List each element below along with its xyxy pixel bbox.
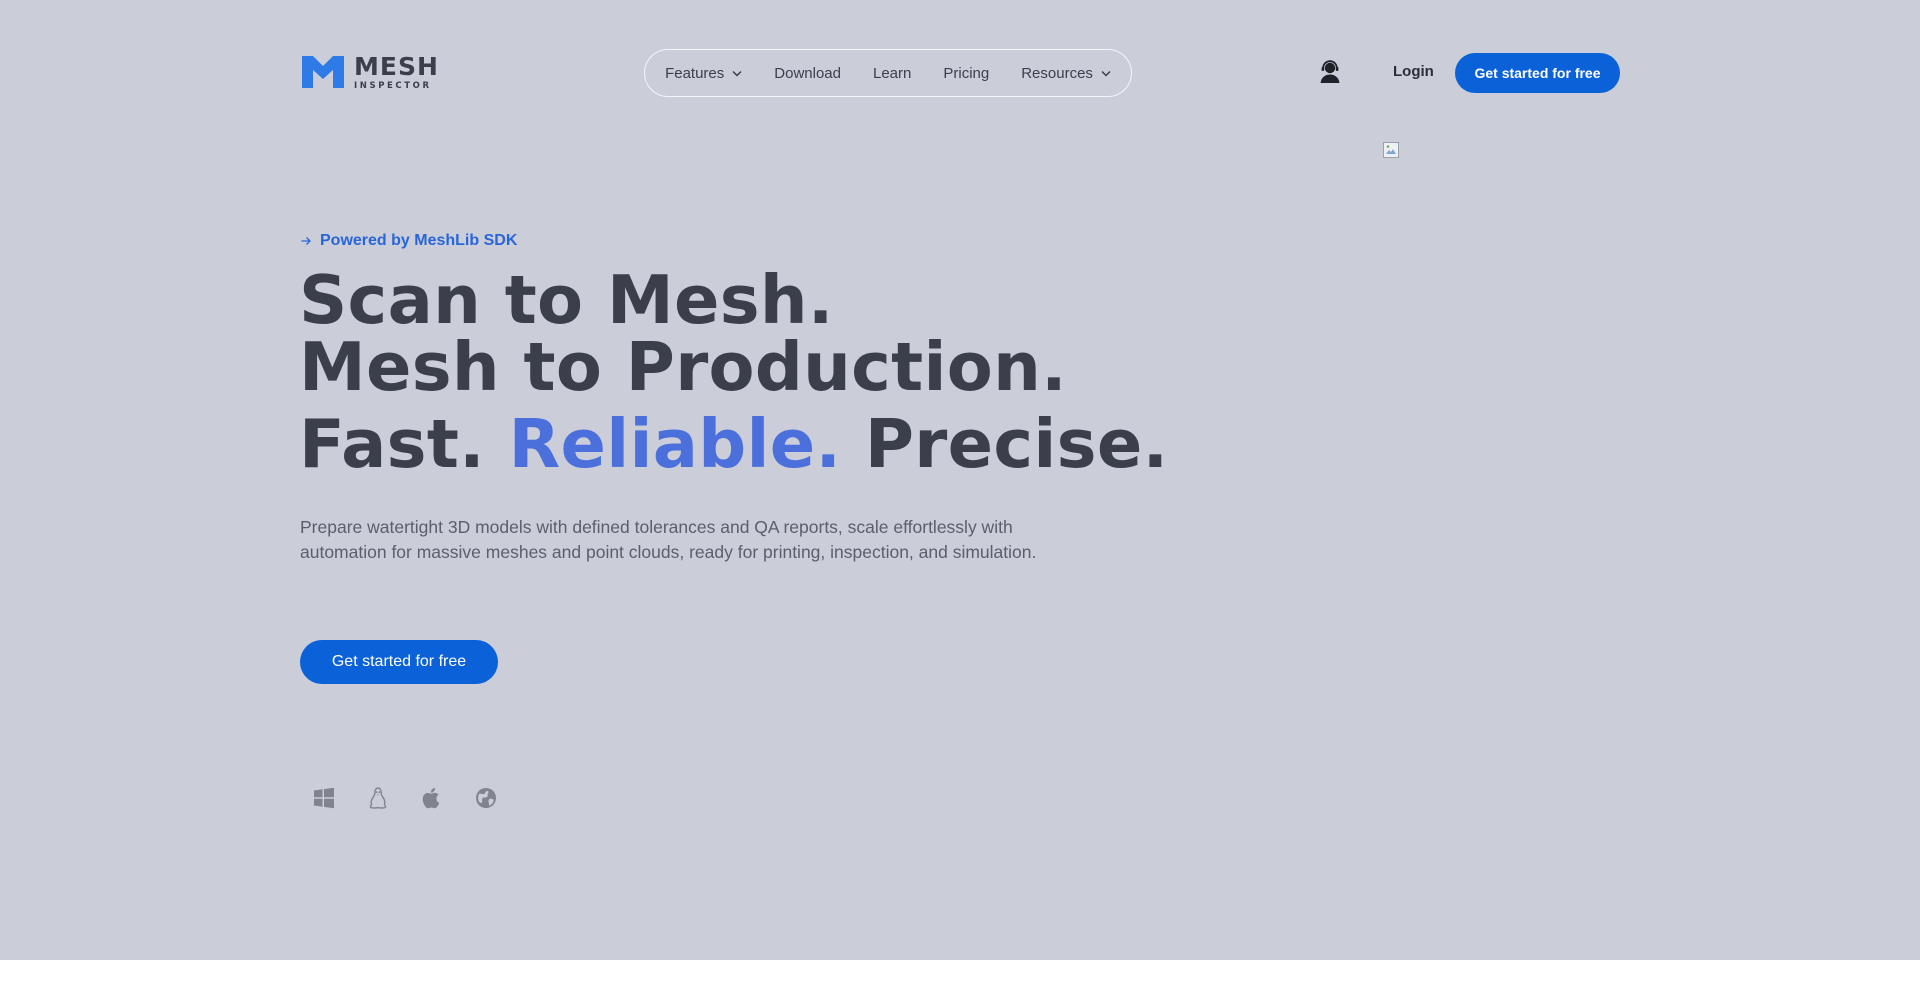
brand-logo[interactable]: MESH INSPECTOR (300, 54, 439, 91)
headline-precise: Precise. (864, 405, 1169, 483)
powered-by-label: Powered by MeshLib SDK (320, 232, 518, 249)
hero-section: MESH INSPECTOR Features Download Learn P… (0, 0, 1920, 960)
arrow-right-icon (301, 237, 311, 245)
nav-item-learn[interactable]: Learn (873, 65, 911, 82)
powered-by-link[interactable]: Powered by MeshLib SDK (300, 232, 517, 250)
nav-item-label: Download (774, 64, 841, 82)
nav-item-label: Learn (872, 64, 912, 82)
login-link[interactable]: Login (1393, 63, 1434, 80)
nav-item-label: Pricing (943, 64, 990, 82)
windows-icon[interactable] (312, 786, 336, 810)
headline-line-2: Mesh to Production. (299, 328, 1067, 406)
hero-get-started-button[interactable]: Get started for free (300, 640, 498, 684)
hero-description: Prepare watertight 3D models with define… (300, 517, 1037, 562)
web-icon[interactable] (474, 786, 498, 810)
nav-item-label: Resources (1021, 64, 1093, 82)
brand-name: MESH (354, 52, 439, 81)
chevron-down-icon (1101, 70, 1111, 77)
brand-subtitle: INSPECTOR (354, 81, 432, 91)
apple-icon[interactable] (420, 786, 444, 810)
header-get-started-button[interactable]: Get started for free (1455, 53, 1620, 93)
main-nav: Features Download Learn Pricing Resource… (644, 49, 1132, 97)
mesh-logo-icon (302, 56, 344, 89)
headline-reliable: Reliable. (508, 405, 842, 483)
nav-item-pricing[interactable]: Pricing (943, 65, 989, 82)
hero-headline: Scan to Mesh. Mesh to Production. Fast. … (299, 262, 1168, 492)
chevron-down-icon (732, 70, 742, 77)
headline-line-3: Fast. Reliable. Precise. (299, 396, 1168, 492)
nav-item-download[interactable]: Download (774, 65, 841, 82)
user-headset-icon[interactable] (1318, 60, 1342, 84)
broken-image-icon (1383, 142, 1399, 158)
headline-line-1: Scan to Mesh. (299, 261, 834, 339)
platform-icons (312, 786, 498, 810)
headline-fast: Fast. (299, 405, 485, 483)
nav-item-label: Features (665, 64, 725, 82)
nav-item-features[interactable]: Features (665, 65, 742, 82)
linux-icon[interactable] (366, 786, 390, 810)
nav-item-resources[interactable]: Resources (1021, 65, 1111, 82)
